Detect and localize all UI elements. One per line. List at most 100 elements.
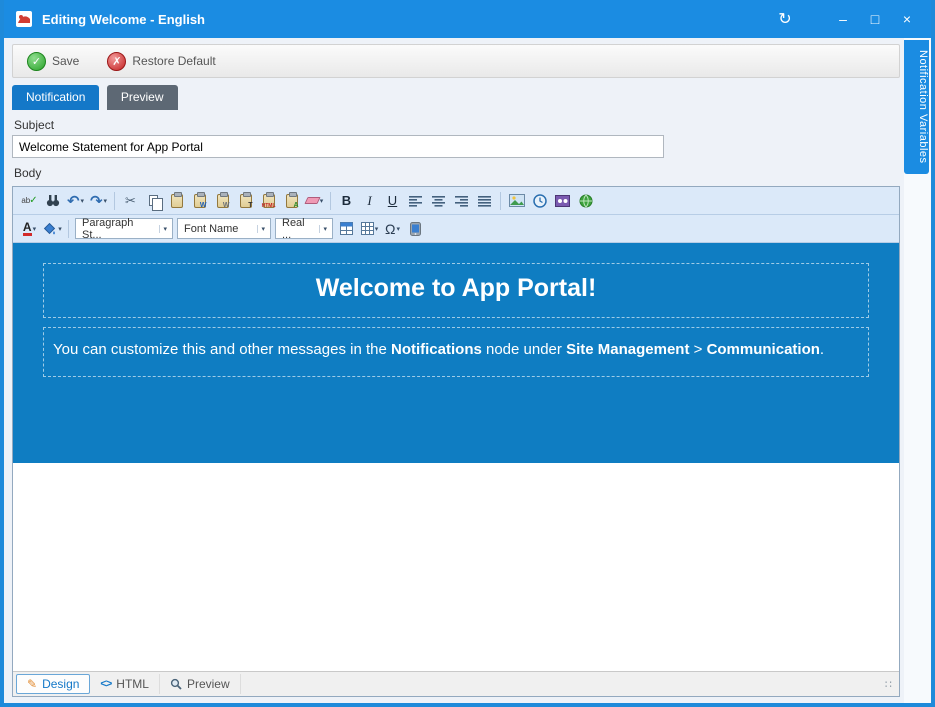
save-button[interactable]: ✓ Save <box>27 52 79 71</box>
font-size-select[interactable]: Real ... ▾ <box>275 218 333 239</box>
pencil-icon: ✎ <box>27 677 37 691</box>
spellcheck-button[interactable]: ab✓ <box>19 190 40 211</box>
window-title: Editing Welcome - English <box>42 12 769 27</box>
paste-html-button[interactable]: A <box>281 190 302 211</box>
redo-button[interactable]: ↷▾ <box>88 190 109 211</box>
redo-dropdown-caret: ▾ <box>104 197 108 205</box>
undo-icon: ↶ <box>67 192 80 210</box>
cut-button[interactable]: ✂ <box>120 190 141 211</box>
find-replace-icon[interactable] <box>42 190 63 211</box>
paragraph-style-select[interactable]: Paragraph St... ▾ <box>75 218 173 239</box>
paste-button[interactable] <box>166 190 187 211</box>
mode-tab-preview[interactable]: Preview <box>160 674 241 694</box>
toolbar-separator <box>330 192 331 210</box>
undo-dropdown-caret: ▾ <box>81 197 85 205</box>
bold-icon: B <box>342 193 351 208</box>
paste-word-letter: W <box>200 202 207 209</box>
main-row: ✓ Save ✗ Restore Default Notification Pr… <box>4 38 931 703</box>
close-button[interactable]: × <box>891 5 923 33</box>
paragraph-style-caret: ▾ <box>159 225 170 233</box>
image-manager-button[interactable] <box>506 190 527 211</box>
app-icon <box>14 9 34 29</box>
subject-label: Subject <box>14 118 900 132</box>
table-style-button[interactable] <box>336 218 357 239</box>
toolbar-separator <box>500 192 501 210</box>
font-name-value: Font Name <box>184 223 238 235</box>
notification-variables-tab[interactable]: Notification Variables <box>904 40 929 174</box>
rich-text-editor: ab✓ ↶▾ ↷▾ ✂ W <box>12 186 900 697</box>
media-manager-button[interactable] <box>552 190 573 211</box>
message-text: You can customize this and other message… <box>53 341 391 358</box>
background-color-icon <box>43 222 57 236</box>
html-label: HTML <box>116 677 149 691</box>
copy-button[interactable] <box>143 190 164 211</box>
font-name-select[interactable]: Font Name ▾ <box>177 218 271 239</box>
paste-as-html-button[interactable]: HTML <box>258 190 279 211</box>
minimize-button[interactable]: – <box>827 5 859 33</box>
undo-button[interactable]: ↶▾ <box>65 190 86 211</box>
omega-icon: Ω <box>385 221 395 237</box>
editor-mode-bar: ✎ Design <> HTML Preview ∷ <box>13 671 899 696</box>
paste-as-letter: A <box>293 202 298 209</box>
paste-from-word-no-fonts-button[interactable]: W <box>212 190 233 211</box>
format-stripper-button[interactable]: ▾ <box>304 190 325 211</box>
command-toolbar: ✓ Save ✗ Restore Default <box>12 44 900 78</box>
template-manager-button[interactable] <box>405 218 426 239</box>
italic-icon: I <box>367 193 371 209</box>
editing-welcome-window: Editing Welcome - English ↻ – □ × ✓ Save… <box>0 0 935 707</box>
justify-button[interactable] <box>474 190 495 211</box>
email-message-box: You can customize this and other message… <box>43 327 869 377</box>
background-color-button[interactable]: ▾ <box>42 218 63 239</box>
align-left-button[interactable] <box>405 190 426 211</box>
align-center-button[interactable] <box>428 190 449 211</box>
insert-table-button[interactable]: ▾ <box>359 218 380 239</box>
font-size-caret: ▾ <box>319 225 330 233</box>
insert-table-caret: ▾ <box>375 225 379 233</box>
italic-button[interactable]: I <box>359 190 380 211</box>
message-bold-site-management: Site Management <box>566 341 689 358</box>
mode-tab-design[interactable]: ✎ Design <box>16 674 90 694</box>
paste-as-html-icon: HTML <box>263 194 275 208</box>
paste-from-word-no-fonts-icon: W <box>217 194 229 208</box>
tab-notification[interactable]: Notification <box>12 85 99 110</box>
insert-date-clock-button[interactable] <box>529 190 550 211</box>
design-label: Design <box>42 677 79 691</box>
paste-word-plain-letter: W <box>223 202 230 209</box>
resize-grip[interactable]: ∷ <box>885 678 896 691</box>
maximize-button[interactable]: □ <box>859 5 891 33</box>
mode-tab-html[interactable]: <> HTML <box>90 674 160 694</box>
align-right-button[interactable] <box>451 190 472 211</box>
message-text: node under <box>482 341 566 358</box>
font-size-value: Real ... <box>282 217 314 241</box>
side-strip: Notification Variables <box>904 38 931 703</box>
cut-icon: ✂ <box>125 193 136 209</box>
page-tabs: Notification Preview <box>12 85 900 110</box>
paste-text-letter: T <box>248 202 252 209</box>
email-heading-box: Welcome to App Portal! <box>43 263 869 318</box>
paste-plain-text-icon: T <box>240 194 252 208</box>
tab-preview[interactable]: Preview <box>107 85 178 110</box>
refresh-button[interactable]: ↻ <box>769 5 801 33</box>
hyperlink-manager-button[interactable] <box>575 190 596 211</box>
paste-from-word-icon: W <box>194 194 206 208</box>
font-color-button[interactable]: A▾ <box>19 218 40 239</box>
bold-button[interactable]: B <box>336 190 357 211</box>
paste-plain-text-button[interactable]: T <box>235 190 256 211</box>
restore-default-button[interactable]: ✗ Restore Default <box>107 52 215 71</box>
html-code-icon: <> <box>100 678 111 690</box>
message-text: > <box>689 341 706 358</box>
editor-toolbar-row1: ab✓ ↶▾ ↷▾ ✂ W <box>13 187 899 215</box>
insert-symbol-button[interactable]: Ω▾ <box>382 218 403 239</box>
preview-label: Preview <box>187 677 230 691</box>
format-stripper-icon <box>304 197 320 204</box>
toolbar-separator <box>114 192 115 210</box>
editor-content[interactable]: Welcome to App Portal! You can customize… <box>13 243 899 671</box>
restore-default-icon: ✗ <box>107 52 126 71</box>
font-color-icon: A <box>23 221 32 236</box>
toolbar-separator <box>68 220 69 238</box>
underline-button[interactable]: U <box>382 190 403 211</box>
paste-from-word-button[interactable]: W <box>189 190 210 211</box>
font-name-caret: ▾ <box>257 225 268 233</box>
message-bold-communication: Communication <box>707 341 820 358</box>
subject-input[interactable] <box>12 135 664 158</box>
